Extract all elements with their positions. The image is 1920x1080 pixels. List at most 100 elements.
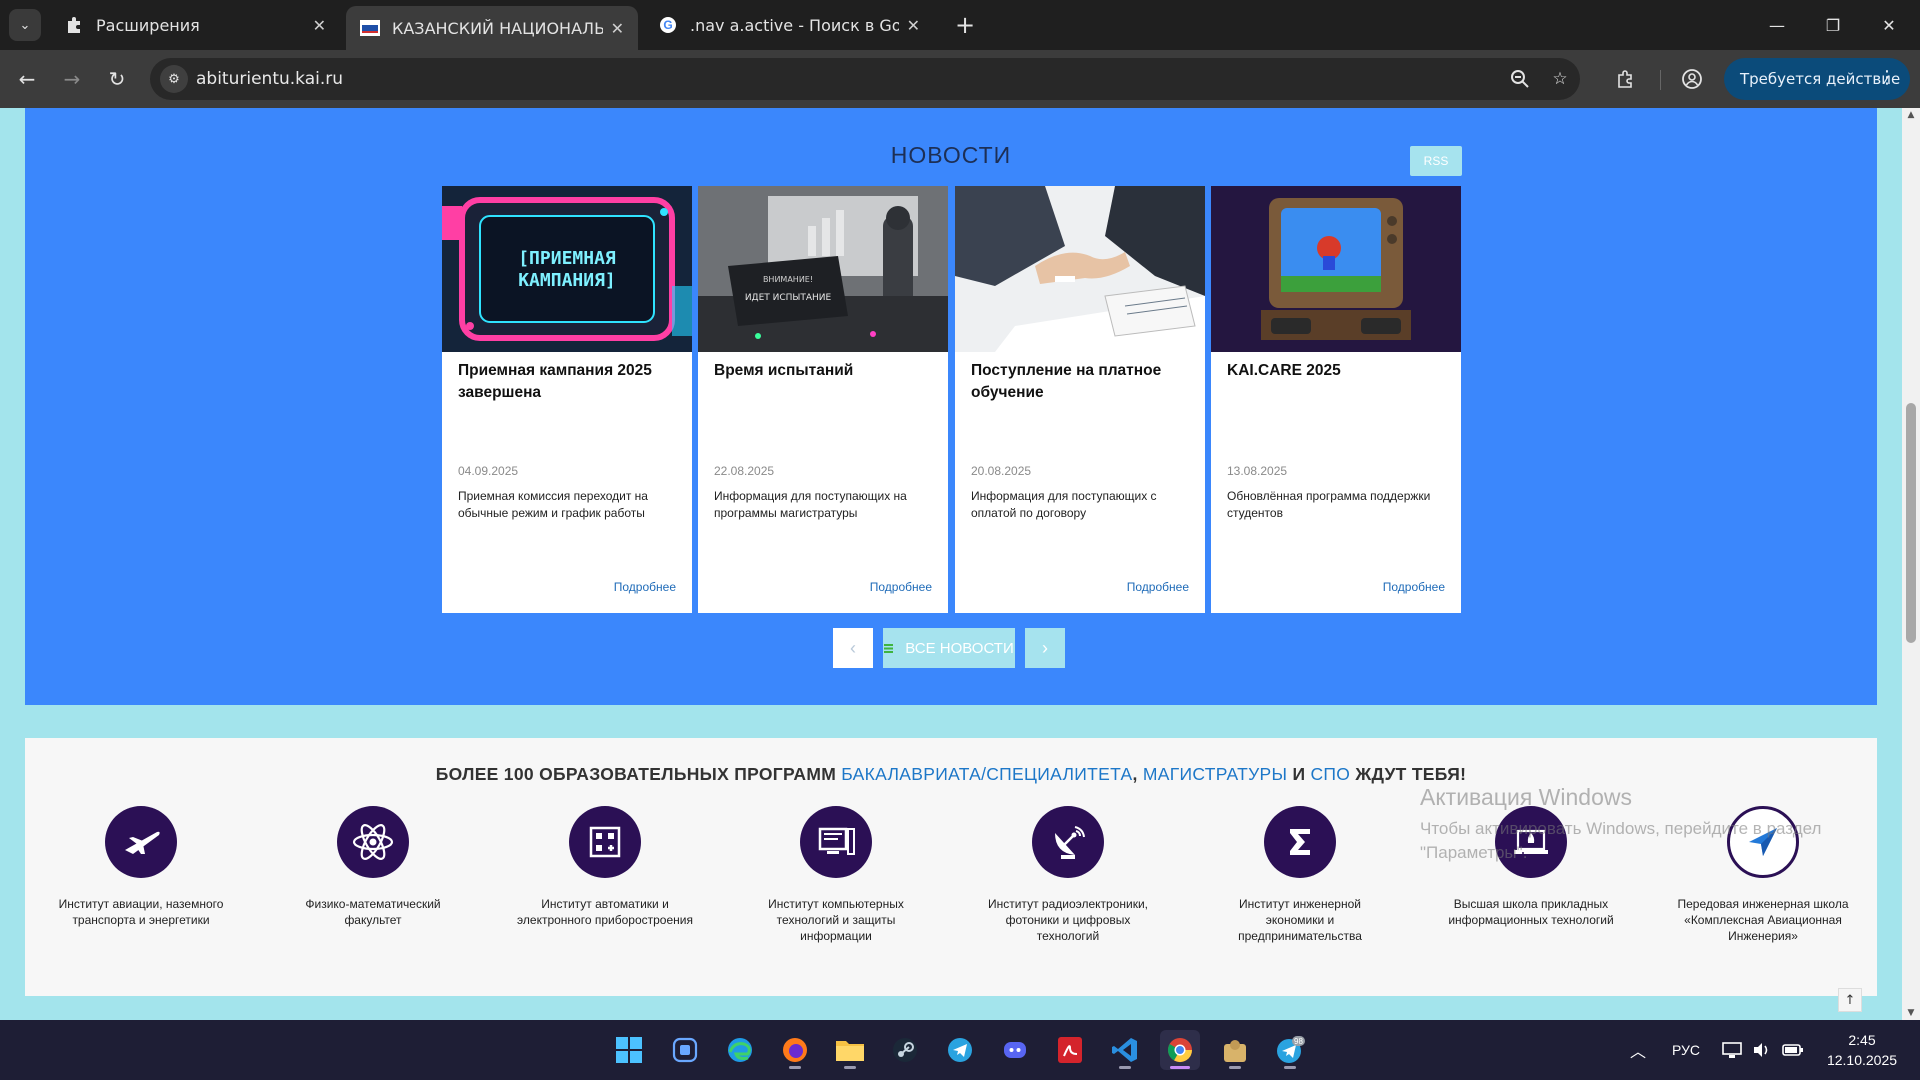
institute-item[interactable]: Институт авиации, наземного транспорта и… bbox=[41, 806, 241, 928]
news-card-more-link[interactable]: Подробнее bbox=[1383, 580, 1445, 594]
google-icon: G bbox=[658, 15, 678, 35]
zoom-icon[interactable] bbox=[1508, 67, 1532, 91]
chevron-up-icon: ︿ bbox=[1630, 1044, 1647, 1061]
news-heading: НОВОСТИ bbox=[890, 142, 1012, 168]
new-tab-button[interactable]: + bbox=[950, 10, 980, 40]
news-card-more-link[interactable]: Подробнее bbox=[870, 580, 932, 594]
news-image-retro-tv bbox=[1211, 186, 1461, 352]
institute-item[interactable]: Институт инженерной экономики и предприн… bbox=[1200, 806, 1400, 944]
telegram-badge: 98 bbox=[1294, 1037, 1303, 1046]
close-icon[interactable]: ✕ bbox=[313, 16, 326, 35]
tab-google[interactable]: G .nav a.active - Поиск в Google ✕ bbox=[644, 6, 934, 44]
telegram-icon: 98 bbox=[1277, 1036, 1305, 1063]
volume-icon[interactable] bbox=[1752, 1020, 1772, 1080]
bookmark-star-icon[interactable]: ☆ bbox=[1548, 67, 1572, 91]
running-indicator bbox=[1119, 1066, 1131, 1069]
heading-separator: , bbox=[1132, 764, 1143, 784]
scroll-to-top-button[interactable]: ↑ bbox=[1838, 988, 1862, 1012]
windows-taskbar: 98 ︿ РУС 2:45 12.10.2025 bbox=[0, 1020, 1920, 1080]
news-card[interactable]: [ПРИЕМНАЯ КАМПАНИЯ] Приемная кампания 20… bbox=[442, 186, 692, 613]
taskbar-app-chrome[interactable] bbox=[1160, 1030, 1200, 1070]
scroll-up-arrow-icon[interactable]: ▲ bbox=[1902, 110, 1920, 120]
network-icon[interactable] bbox=[1722, 1020, 1742, 1080]
news-card[interactable]: KAI.CARE 2025 13.08.2025 Обновлённая про… bbox=[1211, 186, 1461, 613]
taskbar-app-edge[interactable] bbox=[720, 1030, 760, 1070]
news-card-more-link[interactable]: Подробнее bbox=[614, 580, 676, 594]
taskbar-app-discord[interactable] bbox=[995, 1030, 1035, 1070]
computer-icon bbox=[800, 806, 872, 878]
news-card-desc: Информация для поступающих на программы … bbox=[714, 489, 907, 520]
svg-text:G: G bbox=[663, 18, 672, 32]
vscode-icon bbox=[1112, 1038, 1137, 1062]
taskbar-app-acrobat[interactable] bbox=[1050, 1030, 1090, 1070]
close-icon[interactable]: ✕ bbox=[907, 16, 920, 35]
chrome-icon bbox=[1167, 1038, 1192, 1063]
institute-name: Институт инженерной экономики и предприн… bbox=[1238, 897, 1362, 943]
spo-link[interactable]: СПО bbox=[1310, 764, 1350, 784]
taskbar-app-vscode[interactable] bbox=[1105, 1030, 1145, 1070]
institute-item[interactable]: Институт автоматики и электронного прибо… bbox=[505, 806, 705, 928]
news-card[interactable]: ВНИМАНИЕ! ИДЕТ ИСПЫТАНИЕ Время испытаний… bbox=[698, 186, 948, 613]
taskbar-app-steam[interactable] bbox=[885, 1030, 925, 1070]
close-icon[interactable]: ✕ bbox=[611, 19, 624, 38]
language-indicator[interactable]: РУС bbox=[1672, 1020, 1700, 1080]
profile-icon[interactable] bbox=[1676, 63, 1708, 95]
taskbar-app-telegram[interactable] bbox=[940, 1030, 980, 1070]
scroll-down-arrow-icon[interactable]: ▼ bbox=[1902, 1008, 1920, 1018]
extensions-icon[interactable] bbox=[1610, 63, 1642, 95]
institute-item[interactable]: Институт радиоэлектроники, фотоники и ци… bbox=[968, 806, 1168, 944]
action-required-button[interactable]: Требуется действие ⋮ bbox=[1724, 58, 1910, 100]
running-indicator bbox=[1284, 1066, 1296, 1069]
puzzle-icon bbox=[64, 15, 84, 35]
news-card-title: Время испытаний bbox=[714, 362, 854, 379]
page-viewport: НОВОСТИ RSS [ПРИЕМНАЯ КАМПАНИЯ] Приемная… bbox=[0, 108, 1902, 1020]
institute-item[interactable]: Физико-математический факультет bbox=[273, 806, 473, 928]
rss-button[interactable]: RSS bbox=[1410, 146, 1462, 176]
minimize-button[interactable]: — bbox=[1750, 8, 1804, 42]
site-info-icon[interactable]: ⚙ bbox=[160, 65, 188, 93]
bachelor-link[interactable]: БАКАЛАВРИАТА/СПЕЦИАЛИТЕТА bbox=[841, 764, 1132, 784]
start-button[interactable] bbox=[609, 1030, 649, 1070]
taskbar-app-telegram-2[interactable]: 98 bbox=[1270, 1030, 1310, 1070]
system-clock[interactable]: 2:45 12.10.2025 bbox=[1822, 1030, 1902, 1070]
taskbar-app-widgets[interactable] bbox=[665, 1030, 705, 1070]
discord-icon bbox=[1004, 1042, 1026, 1058]
reload-button[interactable]: ↻ bbox=[100, 62, 134, 96]
news-card-more-link[interactable]: Подробнее bbox=[1127, 580, 1189, 594]
institute-name: Передовая инженерная школа «Комплексная … bbox=[1677, 897, 1849, 943]
clock-date: 12.10.2025 bbox=[1826, 1052, 1898, 1068]
news-next-button[interactable]: › bbox=[1025, 628, 1065, 668]
news-prev-button[interactable]: ‹ bbox=[833, 628, 873, 668]
tab-extensions[interactable]: Расширения ✕ bbox=[50, 6, 340, 44]
news-card[interactable]: Поступление на платное обучение 20.08.20… bbox=[955, 186, 1205, 613]
sigma-icon bbox=[1264, 806, 1336, 878]
image-text: [ПРИЕМНАЯ bbox=[518, 248, 616, 269]
scrollbar-thumb[interactable] bbox=[1906, 403, 1916, 643]
battery-icon[interactable] bbox=[1782, 1020, 1804, 1080]
tray-overflow-button[interactable]: ︿ bbox=[1630, 1020, 1646, 1080]
taskbar-app-firefox[interactable] bbox=[775, 1030, 815, 1070]
news-card-date: 20.08.2025 bbox=[971, 464, 1032, 478]
arrow-left-icon: ← bbox=[18, 67, 36, 91]
address-bar[interactable]: ⚙ abiturientu.kai.ru ☆ bbox=[150, 58, 1580, 100]
news-card-date: 04.09.2025 bbox=[458, 464, 519, 478]
page-scrollbar[interactable]: ▲ ▼ bbox=[1902, 108, 1920, 1020]
tab-kai[interactable]: КАЗАНСКИЙ НАЦИОНАЛЬНЫЙ ✕ bbox=[346, 6, 638, 50]
news-image-admission: [ПРИЕМНАЯ КАМПАНИЯ] bbox=[442, 186, 692, 352]
watermark-line: "Параметры". bbox=[1420, 843, 1528, 862]
taskbar-app-user[interactable] bbox=[1215, 1030, 1255, 1070]
window-close-button[interactable]: ✕ bbox=[1862, 8, 1916, 42]
airplane-icon bbox=[105, 806, 177, 878]
restore-button[interactable]: ❐ bbox=[1806, 8, 1860, 42]
master-link[interactable]: МАГИСТРАТУРЫ bbox=[1143, 764, 1287, 784]
all-news-label: ВСЕ НОВОСТИ bbox=[905, 639, 1014, 657]
restore-icon: ❐ bbox=[1825, 15, 1841, 35]
tab-search-button[interactable]: ⌄ bbox=[9, 9, 41, 41]
all-news-button[interactable]: ВСЕ НОВОСТИ bbox=[883, 628, 1015, 668]
kai-favicon-icon bbox=[360, 18, 380, 38]
forward-button[interactable]: → bbox=[55, 62, 89, 96]
institute-item[interactable]: Институт компьютерных технологий и защит… bbox=[736, 806, 936, 944]
back-button[interactable]: ← bbox=[10, 62, 44, 96]
taskbar-app-explorer[interactable] bbox=[830, 1030, 870, 1070]
tab-title: Расширения bbox=[96, 15, 200, 35]
